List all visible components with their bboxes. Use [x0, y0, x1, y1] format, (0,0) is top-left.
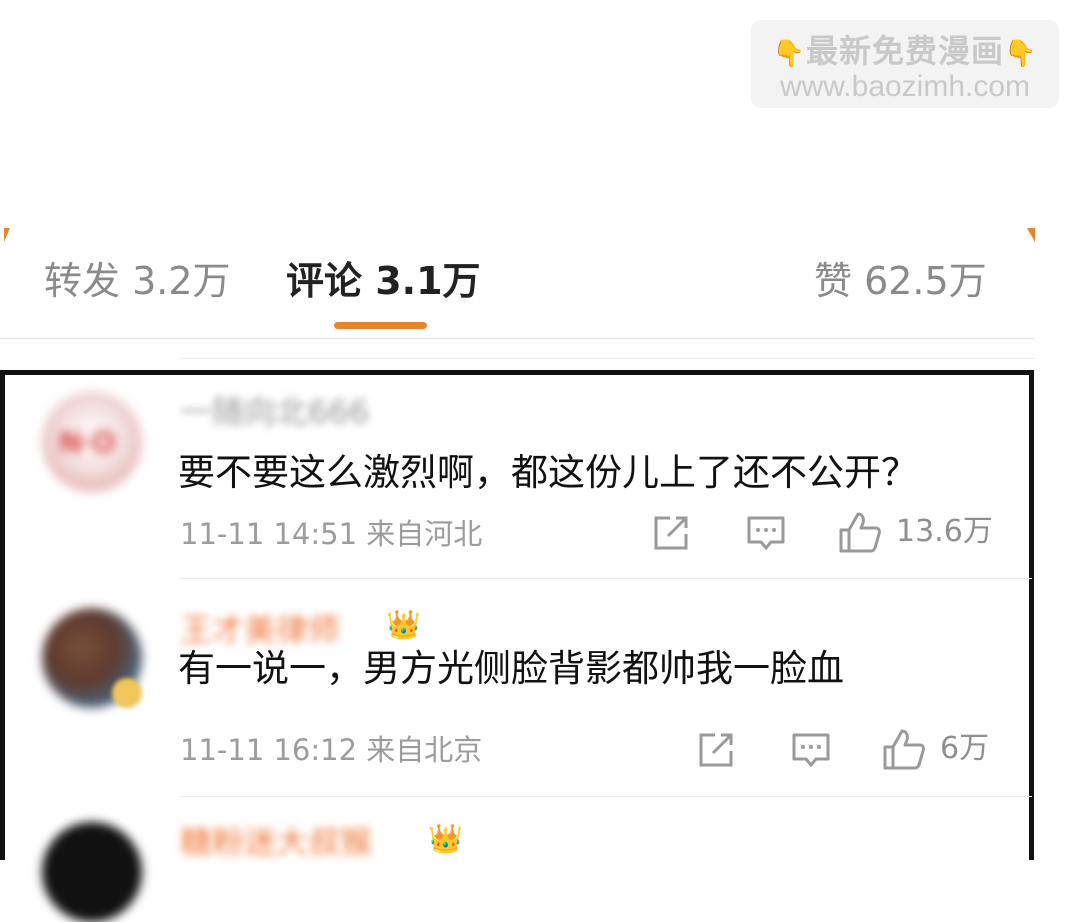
reply-icon: [792, 733, 830, 767]
share-icon: [654, 516, 688, 550]
thumbs-up-icon: [839, 512, 881, 553]
hand-pointing-icon: 👇: [772, 39, 806, 69]
avatar[interactable]: N·O: [42, 392, 142, 492]
tab-bar: 转发 3.2万 评论 3.1万 赞 62.5万: [0, 240, 1080, 340]
list-divider: [180, 358, 1035, 359]
like-button[interactable]: 6万: [882, 727, 989, 771]
row-divider: [180, 578, 1032, 579]
row-divider: [180, 796, 1032, 797]
tab-repost[interactable]: 转发 3.2万: [44, 258, 231, 304]
reply-button[interactable]: [746, 514, 786, 552]
avatar[interactable]: [42, 822, 142, 922]
watermark-banner: 👇最新免费漫画👇 www.baozimh.com: [751, 20, 1059, 108]
share-icon: [699, 733, 733, 767]
comment-text: 要不要这么激烈啊，都这份儿上了还不公开？: [178, 451, 918, 494]
active-tab-indicator: [334, 322, 427, 329]
like-count: 6万: [940, 731, 990, 766]
like-count: 13.6万: [896, 514, 993, 549]
thumbs-up-icon: [883, 729, 925, 770]
share-button[interactable]: [652, 514, 692, 552]
tab-divider: [0, 338, 1035, 339]
comment-meta: 11-11 16:12 来自北京: [180, 733, 483, 767]
crown-icon: 👑: [428, 822, 463, 855]
comment-username[interactable]: 一随向北666: [180, 392, 369, 432]
comment-username[interactable]: 糖粉迷大叔猴: [180, 822, 372, 862]
comment-text: 有一说一，男方光侧脸背影都帅我一脸血: [178, 647, 844, 690]
hand-pointing-icon: 👇: [1004, 39, 1038, 69]
reply-button[interactable]: [791, 731, 831, 769]
comment-username[interactable]: 王才美律师: [180, 610, 340, 650]
verified-badge: [112, 678, 142, 708]
like-button[interactable]: 13.6万: [838, 510, 993, 554]
watermark-url: www.baozimh.com: [779, 70, 1031, 103]
reply-icon: [747, 516, 785, 550]
share-button[interactable]: [697, 731, 737, 769]
watermark-line1: 👇最新免费漫画👇: [772, 32, 1038, 70]
crown-icon: 👑: [386, 608, 421, 641]
highlight-frame: [0, 370, 1034, 860]
tab-like[interactable]: 赞 62.5万: [814, 258, 987, 304]
comment-meta: 11-11 14:51 来自河北: [180, 517, 483, 551]
